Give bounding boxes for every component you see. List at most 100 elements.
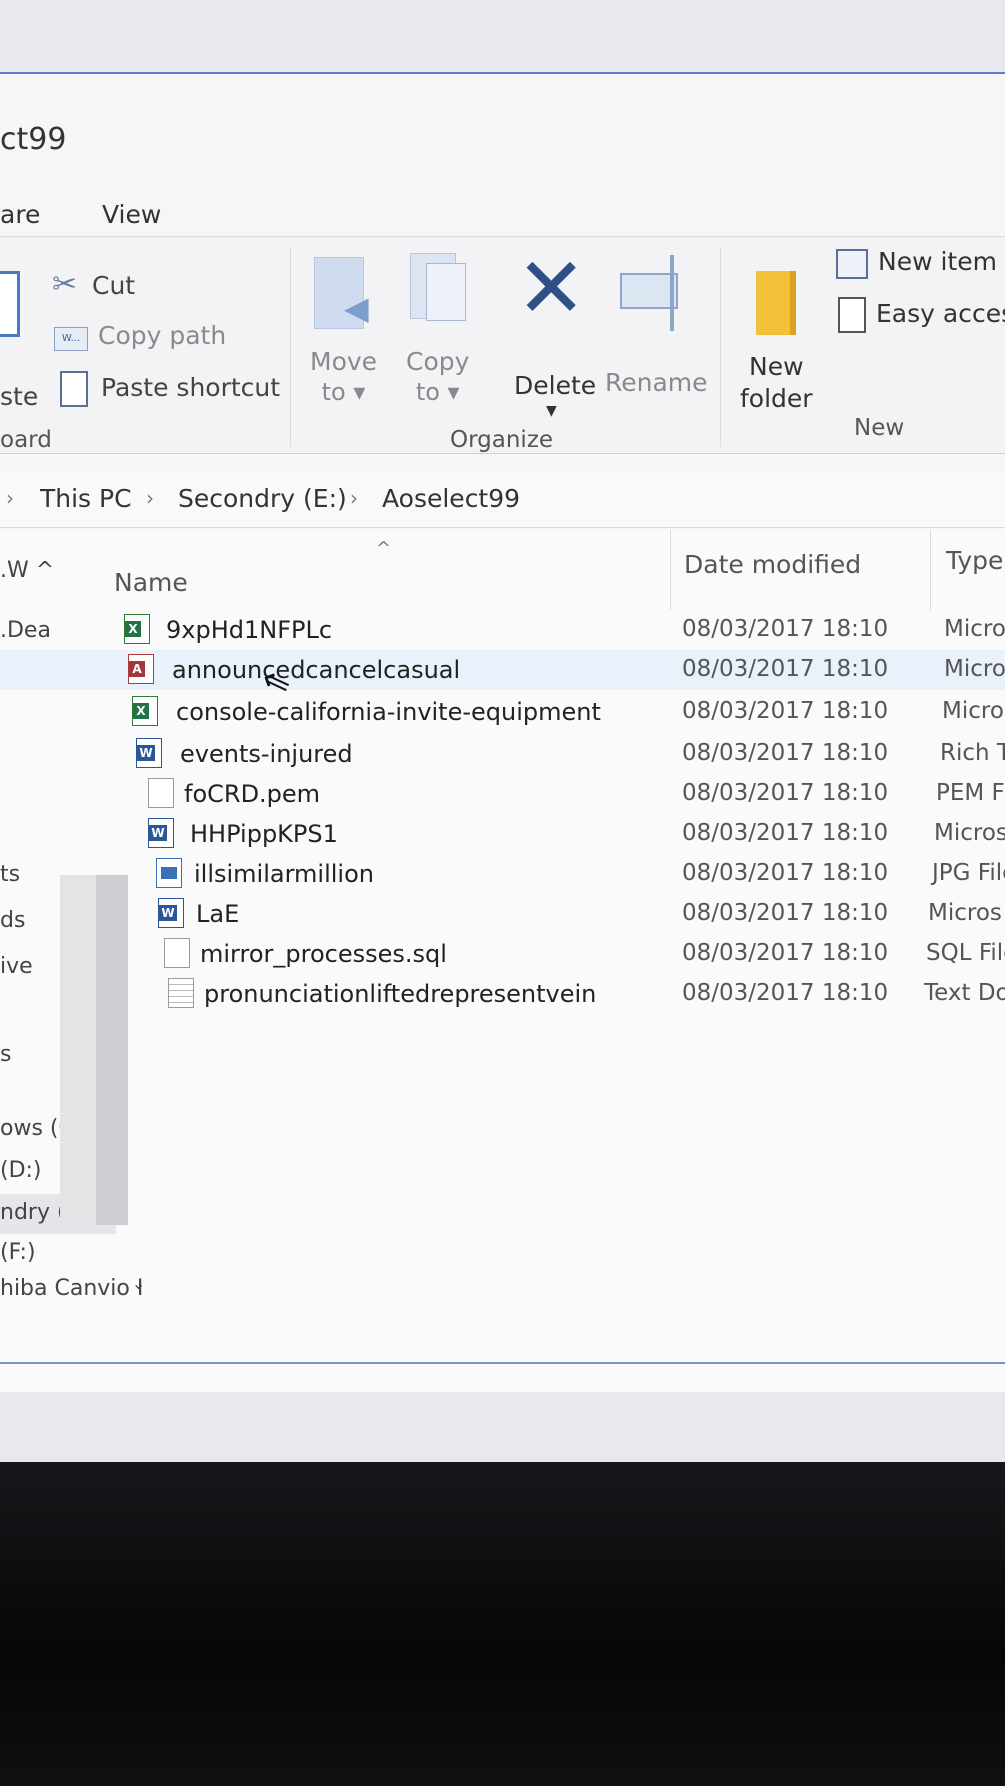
- file-date: 08/03/2017 18:10: [682, 860, 889, 886]
- ribbon-divider: [720, 247, 721, 447]
- file-date: 08/03/2017 18:10: [682, 656, 889, 682]
- easy-access-button[interactable]: Easy access ▾: [876, 299, 1005, 328]
- new-folder-button[interactable]: New folder: [740, 351, 813, 415]
- file-name[interactable]: foCRD.pem: [184, 780, 320, 808]
- access-icon: A: [128, 654, 154, 684]
- file-row[interactable]: mirror_processes.sql 08/03/2017 18:10 SQ…: [0, 934, 1005, 974]
- delete-button[interactable]: Delete: [514, 371, 596, 400]
- image-icon: [156, 858, 182, 888]
- file-row[interactable]: W LaE 08/03/2017 18:10 Micros: [0, 894, 1005, 934]
- file-row[interactable]: W HHPippKPS1 08/03/2017 18:10 Micros: [0, 814, 1005, 854]
- file-row[interactable]: pronunciationliftedrepresentvein 08/03/2…: [0, 974, 1005, 1014]
- column-header-name[interactable]: Name: [114, 568, 188, 597]
- file-row[interactable]: A announcedcancelcasual 08/03/2017 18:10…: [0, 650, 1005, 706]
- nav-drive-d[interactable]: (D:): [0, 1158, 42, 1183]
- copy-pages-icon: [426, 263, 466, 321]
- file-name[interactable]: pronunciationliftedrepresentvein: [204, 980, 596, 1008]
- scissors-icon: ✂: [52, 267, 78, 302]
- file-date: 08/03/2017 18:10: [682, 740, 889, 766]
- nav-pane-header[interactable]: .W ^: [0, 558, 54, 583]
- blank-file-icon: [164, 938, 190, 968]
- chevron-right-icon: ›: [146, 486, 154, 510]
- file-date: 08/03/2017 18:10: [682, 820, 889, 846]
- copy-to-button[interactable]: Copy to ▾: [406, 347, 469, 407]
- new-group-label: New: [854, 415, 905, 441]
- delete-x-icon[interactable]: ✕: [516, 243, 586, 333]
- file-type: JPG File: [932, 860, 1005, 886]
- word-icon: W: [136, 738, 162, 768]
- copy-path-button[interactable]: Copy path: [98, 321, 226, 350]
- file-type: PEM F: [936, 780, 1005, 806]
- file-name[interactable]: LaE: [196, 900, 239, 928]
- paste-button[interactable]: ste: [0, 382, 38, 411]
- chevron-right-icon: ›: [350, 486, 358, 510]
- file-row[interactable]: foCRD.pem 08/03/2017 18:10 PEM F: [0, 774, 1005, 814]
- column-divider[interactable]: [670, 530, 671, 610]
- text-file-icon: [168, 978, 194, 1008]
- new-item-icon: [836, 249, 868, 279]
- breadcrumb-current-folder[interactable]: Aoselect99: [382, 484, 520, 513]
- file-type: Micro: [942, 698, 1004, 724]
- column-divider[interactable]: [930, 530, 931, 610]
- file-name[interactable]: HHPippKPS1: [190, 820, 338, 848]
- file-date: 08/03/2017 18:10: [682, 698, 889, 724]
- file-date: 08/03/2017 18:10: [682, 900, 889, 926]
- breadcrumb-drive[interactable]: Secondry (E:): [178, 484, 347, 513]
- arrow-left-icon: ◀: [344, 289, 369, 327]
- clipboard-group-label: oard: [0, 427, 52, 453]
- file-name[interactable]: mirror_processes.sql: [200, 940, 447, 968]
- text-cursor-icon: [670, 255, 674, 331]
- file-name[interactable]: 9xpHd1NFPLc: [166, 616, 332, 644]
- ribbon-divider: [290, 247, 291, 447]
- rename-button[interactable]: Rename: [605, 368, 708, 397]
- file-row[interactable]: X console-california-invite-equipment 08…: [0, 692, 1005, 732]
- address-bar[interactable]: › This PC › Secondry (E:) › Aoselect99: [0, 472, 1005, 528]
- new-folder-icon[interactable]: [756, 271, 796, 335]
- window-title: ct99: [0, 122, 67, 157]
- file-type: Micros: [928, 900, 1002, 926]
- blank-file-icon: [148, 778, 174, 808]
- monitor-bezel: [0, 1462, 1005, 1786]
- file-row[interactable]: X 9xpHd1NFPLc 08/03/2017 18:10 Micro: [0, 610, 1005, 650]
- file-name[interactable]: illsimilarmillion: [194, 860, 374, 888]
- tab-share[interactable]: are: [0, 200, 40, 229]
- word-icon: W: [158, 898, 184, 928]
- content-area: .W ^ .Dea ts ds ive s ows (C:) (D:) ndry…: [0, 530, 1005, 1392]
- sort-ascending-icon: ^: [376, 538, 392, 559]
- file-name[interactable]: events-injured: [180, 740, 353, 768]
- file-type: Micro: [944, 616, 1005, 642]
- monitor-screen: ct99 are View ste ✂ Cut W... Copy path P…: [0, 0, 1005, 1480]
- file-date: 08/03/2017 18:10: [682, 980, 889, 1006]
- tab-view[interactable]: View: [102, 200, 161, 229]
- excel-icon: X: [132, 696, 158, 726]
- cut-button[interactable]: Cut: [92, 271, 135, 300]
- nav-item[interactable]: s: [0, 1042, 11, 1067]
- file-date: 08/03/2017 18:10: [682, 616, 889, 642]
- paste-shortcut-button[interactable]: Paste shortcut: [101, 373, 280, 402]
- ribbon: ste ✂ Cut W... Copy path Paste shortcut …: [0, 236, 1005, 454]
- delete-dropdown-icon[interactable]: ▼: [546, 403, 557, 419]
- file-explorer-window: ct99 are View ste ✂ Cut W... Copy path P…: [0, 72, 1005, 1392]
- column-header-date[interactable]: Date modified: [684, 550, 861, 579]
- nav-drive-f[interactable]: (F:): [0, 1240, 36, 1265]
- file-row[interactable]: W events-injured 08/03/2017 18:10 Rich T: [0, 734, 1005, 774]
- column-header-type[interactable]: Type: [946, 546, 1003, 575]
- file-row[interactable]: illsimilarmillion 08/03/2017 18:10 JPG F…: [0, 854, 1005, 894]
- file-name[interactable]: console-california-invite-equipment: [176, 698, 601, 726]
- paste-shortcut-icon: [60, 371, 88, 407]
- window-bottom-border: [0, 1362, 1005, 1364]
- file-date: 08/03/2017 18:10: [682, 940, 889, 966]
- easy-access-icon: [838, 297, 866, 333]
- breadcrumb-this-pc[interactable]: This PC: [40, 484, 132, 513]
- nav-drive-external[interactable]: hiba Canvio I: [0, 1276, 143, 1296]
- move-to-button[interactable]: Move to ▾: [310, 347, 377, 407]
- word-icon: W: [148, 818, 174, 848]
- excel-icon: X: [124, 614, 150, 644]
- new-item-button[interactable]: New item ▾: [878, 247, 1005, 276]
- copy-path-icon: W...: [54, 327, 88, 351]
- file-type: Text Doc: [924, 980, 1005, 1006]
- chevron-down-icon[interactable]: ⌄: [132, 1274, 145, 1293]
- file-name[interactable]: announcedcancelcasual: [172, 656, 460, 684]
- file-type: Micros: [934, 820, 1005, 846]
- paste-icon[interactable]: [0, 271, 20, 337]
